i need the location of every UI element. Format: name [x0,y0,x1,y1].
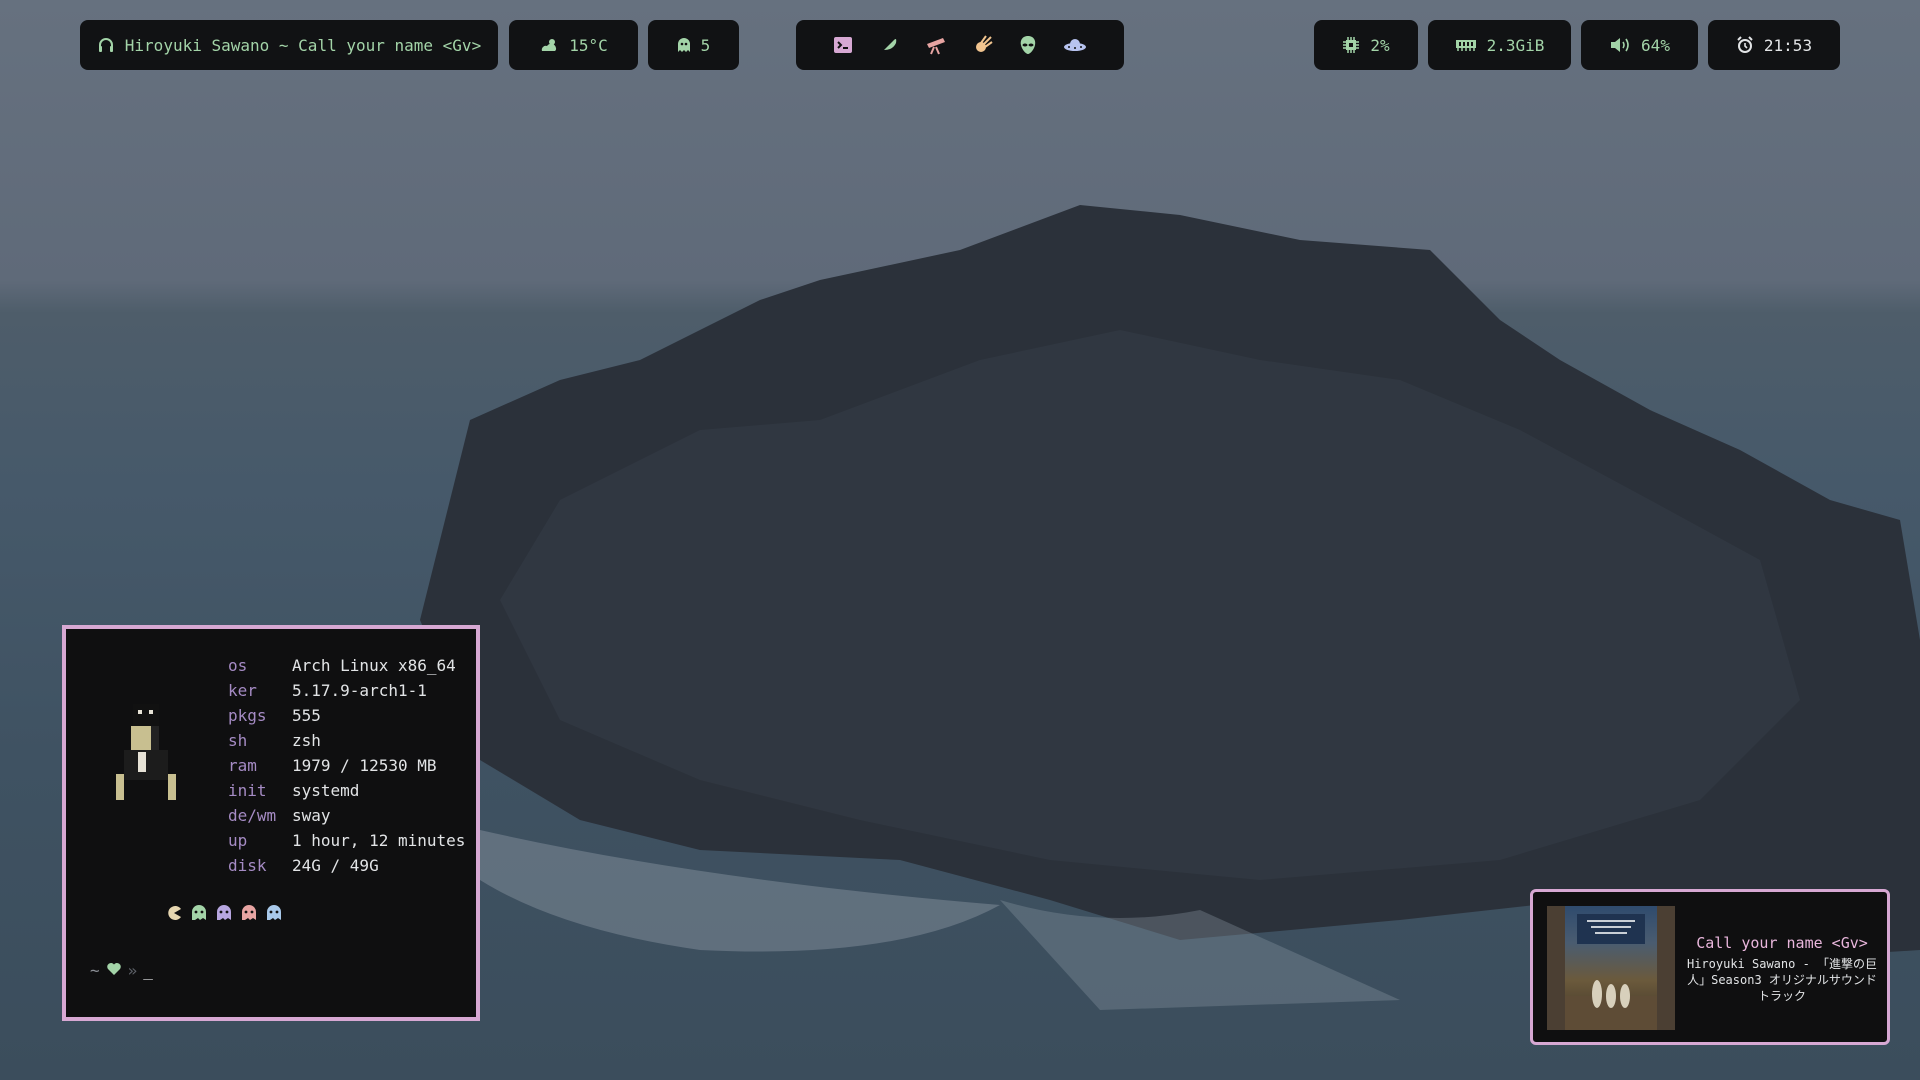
notifications-count: 5 [700,35,711,55]
fetch-row-init: init systemd [228,781,360,800]
ghost-icon [677,37,691,53]
fetch-row-disk: disk 24G / 49G [228,856,379,875]
pacman-icon [166,905,182,925]
feather-icon[interactable] [879,35,899,55]
cpu-widget[interactable]: 2% [1314,20,1418,70]
prompt-tilde: ~ [90,961,100,980]
clock-widget[interactable]: 21:53 [1708,20,1840,70]
memory-label: 2.3GiB [1486,35,1545,55]
cpu-chip-icon [1342,36,1360,54]
fetch-row-os: os Arch Linux x86_64 [228,656,456,675]
album-cover [1547,906,1675,1030]
ghost-icon [266,905,282,925]
pixel-art-figure [116,704,176,800]
heart-icon [106,961,122,980]
now-playing-widget[interactable]: Call your name <Gv> Hiroyuki Sawano - 「進… [1530,889,1890,1045]
fetch-row-wm: de/wm sway [228,806,331,825]
cpu-label: 2% [1370,35,1390,55]
track-title: Call your name <Gv> [1696,934,1868,952]
music-label: Hiroyuki Sawano ~ Call your name <Gv> [124,35,482,55]
cloud-sun-icon [539,36,559,54]
meteor-icon[interactable] [973,35,993,55]
memory-icon [1455,38,1477,52]
headphones-icon [97,36,115,54]
shell-prompt[interactable]: ~ » _ [90,961,153,980]
alarm-clock-icon [1736,36,1754,54]
pacman-row [166,905,282,925]
prompt-cursor: _ [143,961,153,980]
terminal-window[interactable]: os Arch Linux x86_64 ker 5.17.9-arch1-1 pk… [62,625,480,1021]
fetch-row-shell: sh zsh [228,731,321,750]
fetch-row-kernel: ker 5.17.9-arch1-1 [228,681,427,700]
weather-widget[interactable]: 15°C [509,20,638,70]
clock-label: 21:53 [1763,35,1813,55]
track-artist-album: Hiroyuki Sawano - 「進撃の巨人」Season3 オリジナルサウ… [1686,957,1878,1003]
terminal-icon[interactable] [833,36,853,54]
alien-icon[interactable] [1019,35,1037,55]
speaker-icon [1609,36,1631,54]
ufo-icon[interactable] [1063,37,1087,53]
weather-label: 15°C [569,35,608,55]
fetch-row-uptime: up 1 hour, 12 minutes [228,831,466,850]
notifications-widget[interactable]: 5 [648,20,739,70]
telescope-icon[interactable] [925,35,947,55]
prompt-arrows: » [127,961,138,980]
fetch-row-ram: ram 1979 / 12530 MB [228,756,437,775]
memory-widget[interactable]: 2.3GiB [1428,20,1571,70]
fetch-row-pkgs: pkgs 555 [228,706,321,725]
music-widget[interactable]: Hiroyuki Sawano ~ Call your name <Gv> [80,20,498,70]
ghost-icon [241,905,257,925]
ghost-icon [191,905,207,925]
volume-widget[interactable]: 64% [1581,20,1698,70]
workspaces [796,20,1124,70]
volume-label: 64% [1641,35,1670,55]
ghost-icon [216,905,232,925]
